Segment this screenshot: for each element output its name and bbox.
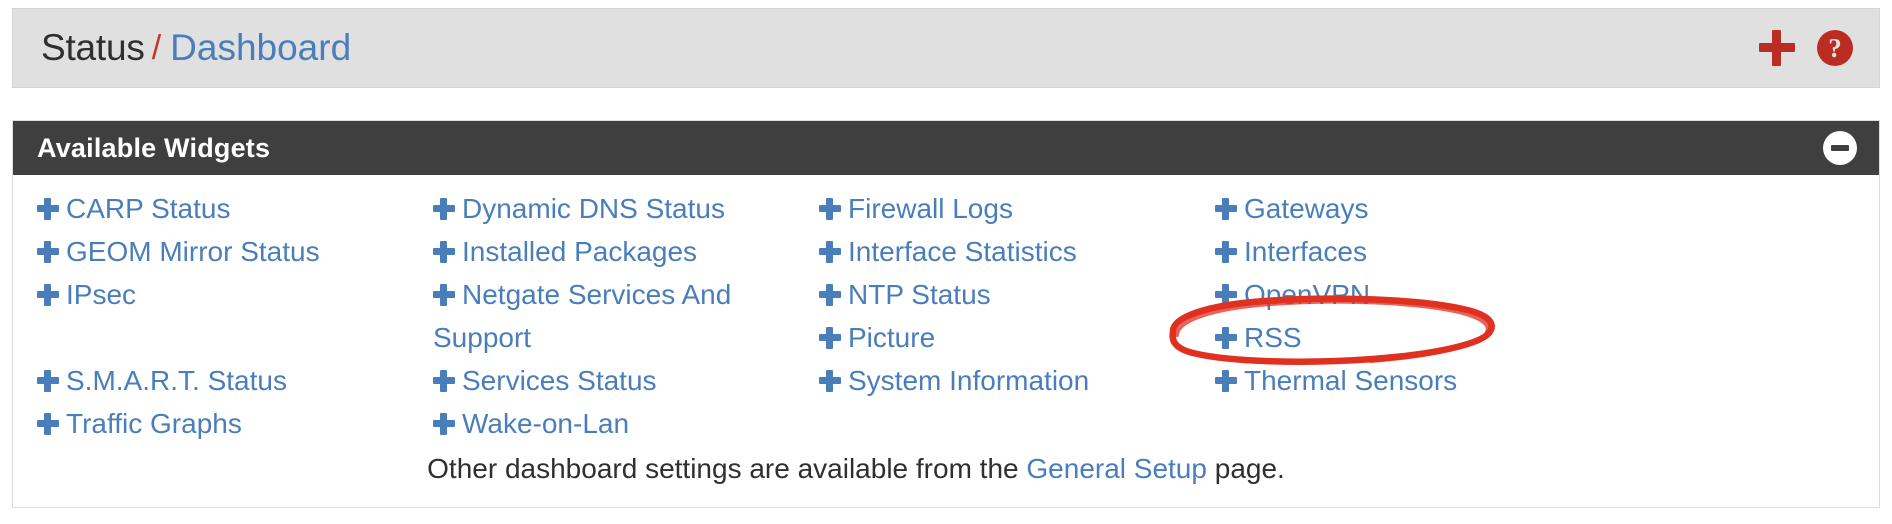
breadcrumb-bar: Status / Dashboard ?: [12, 8, 1880, 88]
plus-icon: [433, 370, 455, 392]
plus-icon: [819, 370, 841, 392]
widget-item-thermal-sensors[interactable]: Thermal Sensors: [1215, 359, 1593, 402]
plus-icon: [819, 241, 841, 263]
plus-icon: [819, 284, 841, 306]
widget-item-label: RSS: [1244, 322, 1302, 353]
widget-item-gateways[interactable]: Gateways: [1215, 187, 1593, 230]
plus-icon: [37, 413, 59, 435]
plus-icon: [37, 241, 59, 263]
header-actions: ?: [1759, 30, 1853, 66]
widget-item-label: Interface Statistics: [848, 236, 1077, 267]
widget-item-label: S.M.A.R.T. Status: [66, 365, 287, 396]
widget-item-label: IPsec: [66, 279, 137, 310]
widget-item-installed-packages[interactable]: Installed Packages: [433, 230, 801, 273]
widget-item-openvpn[interactable]: OpenVPN: [1215, 273, 1593, 316]
widget-item-label: Firewall Logs: [848, 193, 1013, 224]
plus-icon: [1215, 284, 1237, 306]
plus-icon: [819, 327, 841, 349]
help-circle-icon[interactable]: ?: [1817, 30, 1853, 66]
breadcrumb-separator: /: [151, 28, 162, 67]
widget-item-services-status[interactable]: Services Status: [433, 359, 801, 402]
widget-item-label: GEOM Mirror Status: [66, 236, 320, 267]
minus-circle-icon[interactable]: [1823, 131, 1857, 165]
plus-icon: [819, 198, 841, 220]
plus-icon: [1215, 198, 1237, 220]
widget-item-netgate-services-and-support[interactable]: Netgate Services And Support: [433, 273, 801, 359]
widget-item-carp-status[interactable]: CARP Status: [37, 187, 409, 230]
widget-item-firewall-logs[interactable]: Firewall Logs: [819, 187, 1193, 230]
widget-item-ipsec[interactable]: IPsec: [37, 273, 409, 316]
widget-item-label: Installed Packages: [462, 236, 698, 267]
available-widgets-panel: Available Widgets CARP Status GEOM Mirro…: [12, 120, 1880, 508]
widget-column-3: Firewall Logs Interface Statistics NTP S…: [801, 187, 1193, 402]
widget-item-system-information[interactable]: System Information: [819, 359, 1193, 402]
widget-item-label: Netgate Services And Support: [433, 279, 732, 353]
plus-icon: [37, 198, 59, 220]
panel-title: Available Widgets: [37, 132, 271, 163]
plus-icon: [37, 370, 59, 392]
general-setup-link[interactable]: General Setup: [1026, 453, 1207, 484]
widget-item-label: Traffic Graphs: [66, 408, 242, 439]
widget-item-interfaces[interactable]: Interfaces: [1215, 230, 1593, 273]
widget-item-dynamic-dns-status[interactable]: Dynamic DNS Status: [433, 187, 801, 230]
widget-item-label: Picture: [848, 322, 936, 353]
plus-icon: [1215, 327, 1237, 349]
widget-item-label: NTP Status: [848, 279, 991, 310]
plus-icon: [433, 413, 455, 435]
plus-icon: [433, 241, 455, 263]
plus-icon: [1215, 370, 1237, 392]
widget-item-label: Wake-on-Lan: [462, 408, 630, 439]
widget-item-ntp-status[interactable]: NTP Status: [819, 273, 1193, 316]
widget-item-geom-mirror-status[interactable]: GEOM Mirror Status: [37, 230, 409, 273]
dashboard-settings-note: Other dashboard settings are available f…: [0, 445, 1879, 499]
widget-item-rss[interactable]: RSS: [1215, 316, 1593, 359]
plus-icon: [433, 198, 455, 220]
plus-icon: [1215, 241, 1237, 263]
note-text-before: Other dashboard settings are available f…: [427, 453, 1027, 484]
widget-item-label: Thermal Sensors: [1244, 365, 1458, 396]
widget-item-traffic-graphs[interactable]: Traffic Graphs: [37, 402, 409, 445]
widget-item-wake-on-lan[interactable]: Wake-on-Lan: [433, 402, 801, 445]
widget-item-picture[interactable]: Picture: [819, 316, 1193, 359]
plus-icon: [433, 284, 455, 306]
plus-icon: [37, 284, 59, 306]
widget-item-label: Dynamic DNS Status: [462, 193, 725, 224]
breadcrumb-current-dashboard[interactable]: Dashboard: [170, 27, 351, 69]
panel-body: CARP Status GEOM Mirror Status IPsec S.M…: [13, 175, 1879, 507]
widget-column-2: Dynamic DNS Status Installed Packages Ne…: [409, 187, 801, 445]
widget-item-label: Interfaces: [1244, 236, 1367, 267]
widget-item-label: CARP Status: [66, 193, 231, 224]
widget-item-interface-statistics[interactable]: Interface Statistics: [819, 230, 1193, 273]
widget-item-label: Gateways: [1244, 193, 1369, 224]
widget-item-label: System Information: [848, 365, 1090, 396]
widget-item-label: OpenVPN: [1244, 279, 1371, 310]
note-text-after: page.: [1206, 453, 1285, 484]
widget-columns: CARP Status GEOM Mirror Status IPsec S.M…: [13, 187, 1879, 445]
widget-column-4: Gateways Interfaces OpenVPN RSS Thermal …: [1193, 187, 1593, 402]
widget-column-1: CARP Status GEOM Mirror Status IPsec S.M…: [13, 187, 409, 445]
add-widget-icon[interactable]: [1759, 30, 1795, 66]
widget-item-smart-status[interactable]: S.M.A.R.T. Status: [37, 359, 409, 402]
widget-item-label: Services Status: [462, 365, 657, 396]
breadcrumb-root: Status: [41, 27, 145, 68]
panel-heading: Available Widgets: [13, 121, 1879, 175]
